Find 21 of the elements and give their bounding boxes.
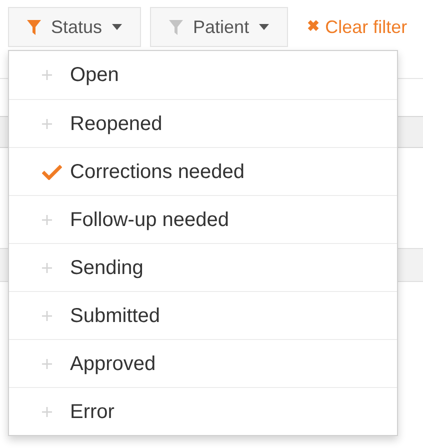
plus-icon bbox=[42, 358, 52, 368]
filter-dropdown-button[interactable]: Patient bbox=[150, 7, 288, 47]
status-option[interactable]: Error bbox=[9, 387, 397, 435]
check-icon bbox=[42, 164, 62, 180]
status-option[interactable]: Corrections needed bbox=[9, 147, 397, 195]
status-option[interactable]: Approved bbox=[9, 339, 397, 387]
plus-icon bbox=[42, 310, 52, 320]
status-option[interactable]: Follow-up needed bbox=[9, 195, 397, 243]
plus-icon bbox=[42, 406, 52, 416]
caret-icon bbox=[259, 24, 270, 30]
status-option[interactable]: Sending bbox=[9, 243, 397, 291]
status-option[interactable]: Submitted bbox=[9, 291, 397, 339]
status-option[interactable]: Reopened bbox=[9, 99, 397, 147]
plus-icon bbox=[42, 262, 52, 272]
close-icon: ✖ bbox=[307, 16, 320, 38]
plus-icon bbox=[42, 214, 52, 224]
filter-dropdown-button[interactable]: Status bbox=[8, 7, 142, 47]
status-option[interactable]: Open bbox=[9, 51, 397, 99]
caret-icon bbox=[112, 24, 122, 30]
plus-icon bbox=[42, 70, 52, 80]
plus-icon bbox=[42, 118, 52, 128]
